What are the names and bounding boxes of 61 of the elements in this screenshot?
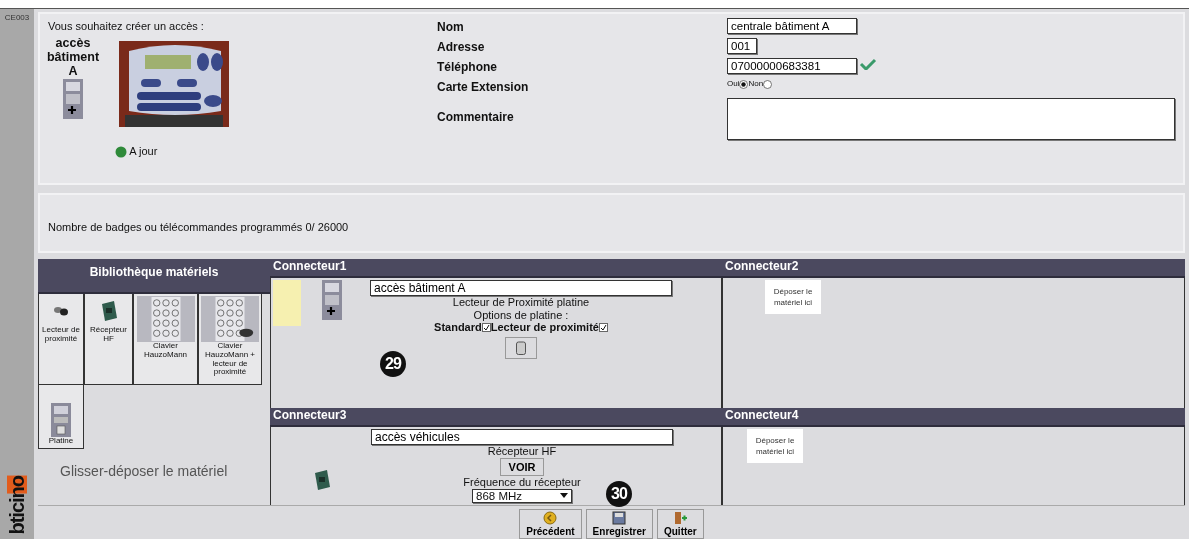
library-item[interactable]: Clavier HauzoMann: [133, 294, 198, 385]
field-label: Téléphone: [437, 59, 498, 76]
circuit-board-icon[interactable]: [99, 300, 118, 322]
field-label: Nom: [437, 19, 465, 36]
device-type: Lecteur de Proximité platine: [452, 296, 590, 309]
option-label: Oui: [727, 78, 740, 90]
delete-button[interactable]: [505, 336, 537, 359]
option-label: Non: [748, 78, 764, 90]
library-item[interactable]: Platine: [38, 385, 84, 449]
caret-icon[interactable]: [560, 493, 568, 499]
frequency-select[interactable]: 868 MHz: [472, 488, 572, 503]
callout-marker: 30: [606, 481, 632, 507]
field-label: Carte Extension: [437, 79, 530, 96]
intercom-panel-icon[interactable]: [51, 403, 71, 438]
trash-icon: [516, 340, 526, 355]
option-label: Standard: [434, 321, 482, 334]
option-label: Lecteur de proximité: [490, 321, 599, 334]
device-type: Récepteur HF: [487, 445, 557, 458]
radio-button[interactable]: [739, 79, 749, 89]
card-reader-icon[interactable]: [53, 305, 69, 317]
drop-zone[interactable]: Déposer le matériel ici: [765, 280, 821, 315]
comment-field[interactable]: [727, 98, 1175, 140]
address-field[interactable]: 001: [727, 38, 757, 54]
callout-marker: 29: [380, 351, 406, 377]
save-button[interactable]: Enregistrer: [585, 509, 653, 539]
options-label: Options de platine :: [473, 308, 569, 322]
intercom-panel-icon: [321, 280, 342, 320]
connector-header: Connecteur4: [722, 408, 1185, 427]
radio-button[interactable]: [763, 79, 773, 89]
connector-header: Connecteur1: [270, 259, 722, 278]
field-label: Commentaire: [437, 109, 515, 126]
access-name: accès bâtiment A: [46, 37, 100, 79]
field-label: Adresse: [437, 39, 486, 56]
name-field[interactable]: accès bâtiment A: [370, 280, 672, 296]
intercom-panel-icon: [63, 78, 83, 119]
badge-count-text: Nombre de badges ou télécommandes programmés 0/ 26000: [48, 219, 349, 235]
circuit-board-icon: [313, 469, 331, 491]
status-text: A jour: [129, 144, 158, 160]
checkbox[interactable]: [598, 323, 608, 333]
connector-header: Connecteur3: [270, 408, 722, 427]
screen-code: CE003: [4, 12, 30, 24]
prompt-text: Vous souhaitez créer un accès :: [48, 19, 205, 34]
door-icon: [673, 511, 688, 525]
back-button[interactable]: Précédent: [519, 509, 582, 539]
library-header: Bibliothèque matériels: [38, 259, 270, 294]
library-item[interactable]: Lecteur de proximité: [38, 294, 84, 385]
input-field[interactable]: centrale bâtiment A: [727, 18, 857, 34]
checkbox[interactable]: [481, 323, 491, 333]
brand-logo: bticino: [7, 476, 27, 535]
connector-header: Connecteur2: [722, 259, 1185, 278]
input-field[interactable]: 07000000683381: [727, 58, 857, 74]
name-field[interactable]: accès véhicules: [371, 429, 673, 445]
drag-drop-hint: Glisser-déposer le matériel: [60, 463, 228, 480]
quit-button[interactable]: Quitter: [656, 509, 704, 539]
note-icon: [273, 280, 301, 326]
frequency-label: Fréquence du récepteur: [463, 476, 581, 489]
drop-zone[interactable]: Déposer le matériel ici: [747, 429, 803, 464]
keypad-icon[interactable]: [201, 296, 259, 342]
library-item[interactable]: Récepteur HF: [84, 294, 133, 385]
view-button[interactable]: VOIR: [499, 457, 545, 477]
library-item[interactable]: Clavier HauzoMann + lecteur de proximité: [198, 294, 262, 385]
